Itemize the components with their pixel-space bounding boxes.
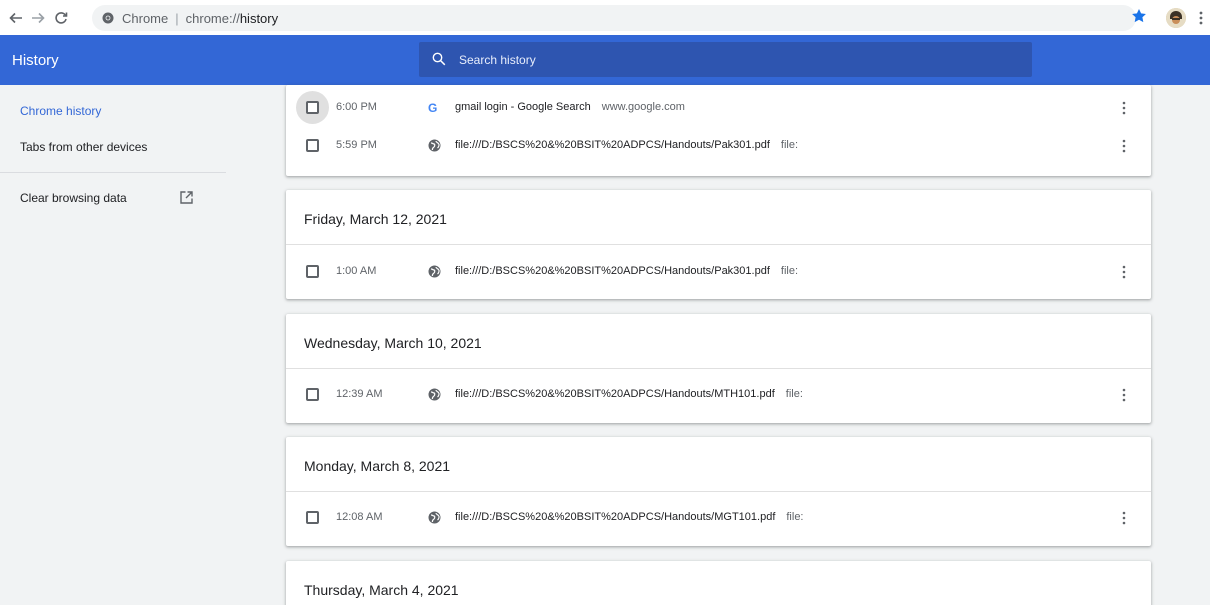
more-vert-icon[interactable]	[1198, 9, 1204, 27]
url-path: history	[239, 10, 279, 26]
entry-domain: file:	[786, 511, 804, 523]
search-icon	[432, 52, 446, 66]
card-divider	[286, 491, 1151, 492]
sidebar-item-chrome-history[interactable]: Chrome history	[20, 104, 101, 118]
entry-domain: file:	[780, 139, 799, 151]
entry-time: 1:00 AM	[336, 265, 377, 277]
history-entry[interactable]: 6:00 PM G gmail login - Google Search www…	[286, 90, 1151, 126]
open-in-new-icon	[180, 191, 193, 204]
more-vert-icon[interactable]	[1120, 138, 1128, 154]
globe-icon	[428, 511, 441, 524]
entry-domain: www.google.com	[601, 101, 685, 113]
entry-time: 12:39 AM	[336, 388, 383, 400]
date-heading: Monday, March 8, 2021	[304, 458, 451, 474]
entry-link[interactable]: file:///D:/BSCS%20&%20BSIT%20ADPCS/Hando…	[455, 388, 803, 400]
date-heading: Friday, March 12, 2021	[304, 211, 447, 227]
entry-domain: file:	[780, 265, 799, 277]
entry-title: file:///D:/BSCS%20&%20BSIT%20ADPCS/Hando…	[455, 511, 776, 523]
entry-checkbox[interactable]	[306, 139, 319, 152]
entry-title: file:///D:/BSCS%20&%20BSIT%20ADPCS/Hando…	[455, 388, 775, 400]
history-card: Monday, March 8, 2021 12:08 AM file:///D…	[286, 437, 1151, 546]
omnibox-separator: |	[175, 10, 179, 26]
history-entry[interactable]: 12:08 AM file:///D:/BSCS%20&%20BSIT%20AD…	[286, 500, 1151, 536]
sidebar-item-tabs-from-other-devices[interactable]: Tabs from other devices	[20, 140, 147, 154]
entry-link[interactable]: gmail login - Google Search www.google.co…	[455, 101, 685, 113]
globe-icon	[428, 388, 441, 401]
entry-time: 6:00 PM	[336, 101, 377, 113]
star-icon[interactable]	[1131, 8, 1147, 28]
search-input[interactable]	[459, 42, 1019, 77]
date-heading: Thursday, March 4, 2021	[304, 582, 459, 598]
entry-checkbox[interactable]	[306, 511, 319, 524]
globe-icon	[428, 139, 441, 152]
google-icon: G	[428, 101, 437, 114]
history-entry[interactable]: 5:59 PM file:///D:/BSCS%20&%20BSIT%20ADP…	[286, 128, 1151, 164]
entry-checkbox[interactable]	[306, 101, 319, 114]
entry-link[interactable]: file:///D:/BSCS%20&%20BSIT%20ADPCS/Hando…	[455, 511, 804, 523]
globe-icon	[428, 265, 441, 278]
entry-domain: file:	[785, 388, 803, 400]
history-card: 6:00 PM G gmail login - Google Search www…	[286, 85, 1151, 176]
history-card: Wednesday, March 10, 2021 12:39 AM file:…	[286, 314, 1151, 423]
forward-arrow-icon[interactable]	[27, 7, 49, 29]
entry-time: 12:08 AM	[336, 511, 383, 523]
more-vert-icon[interactable]	[1120, 510, 1128, 526]
sidebar: Chrome history Tabs from other devices C…	[0, 85, 226, 605]
more-vert-icon[interactable]	[1120, 387, 1128, 403]
svg-text:G: G	[428, 101, 437, 114]
entry-title: file:///D:/BSCS%20&%20BSIT%20ADPCS/Hando…	[455, 139, 770, 151]
more-vert-icon[interactable]	[1120, 100, 1128, 116]
history-entry[interactable]: 12:39 AM file:///D:/BSCS%20&%20BSIT%20AD…	[286, 377, 1151, 413]
sidebar-item-clear-browsing-data[interactable]: Clear browsing data	[20, 191, 127, 205]
entry-checkbox[interactable]	[306, 265, 319, 278]
browser-toolbar: Chrome | chrome://history	[0, 0, 1210, 35]
omnibox-label: Chrome	[122, 10, 169, 26]
history-entry[interactable]: 1:00 AM file:///D:/BSCS%20&%20BSIT%20ADP…	[286, 254, 1151, 290]
avatar[interactable]	[1166, 8, 1186, 28]
date-heading: Wednesday, March 10, 2021	[304, 335, 482, 351]
card-divider	[286, 368, 1151, 369]
search-box[interactable]	[419, 42, 1032, 77]
url-host: chrome://	[185, 10, 240, 26]
entry-link[interactable]: file:///D:/BSCS%20&%20BSIT%20ADPCS/Hando…	[455, 139, 798, 151]
history-card: Thursday, March 4, 2021	[286, 561, 1151, 605]
page-title: History	[12, 52, 59, 69]
card-divider	[286, 244, 1151, 245]
entry-link[interactable]: file:///D:/BSCS%20&%20BSIT%20ADPCS/Hando…	[455, 265, 798, 277]
more-vert-icon[interactable]	[1120, 264, 1128, 280]
entry-checkbox[interactable]	[306, 388, 319, 401]
chrome-icon	[102, 12, 114, 24]
history-header: History	[0, 35, 1210, 85]
entry-title: gmail login - Google Search	[455, 101, 591, 113]
address-bar[interactable]: Chrome | chrome://history	[92, 5, 1136, 31]
reload-icon[interactable]	[50, 7, 72, 29]
sidebar-divider	[0, 172, 226, 173]
back-arrow-icon[interactable]	[5, 7, 27, 29]
entry-title: file:///D:/BSCS%20&%20BSIT%20ADPCS/Hando…	[455, 265, 770, 277]
entry-time: 5:59 PM	[336, 139, 377, 151]
history-card: Friday, March 12, 2021 1:00 AM file:///D…	[286, 190, 1151, 299]
